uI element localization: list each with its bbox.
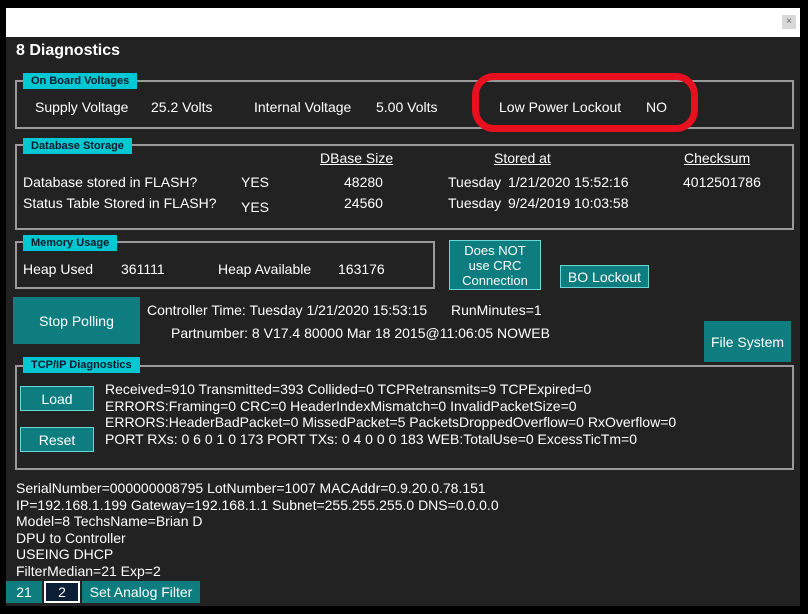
- db-row-date: 9/24/2019: [508, 195, 571, 211]
- heap-used-label: Heap Used: [23, 261, 94, 277]
- tcpip-diagnostics-label: TCP/IP Diagnostics: [23, 357, 140, 373]
- device-info: SerialNumber=000000008795 LotNumber=1007…: [16, 480, 499, 579]
- run-minutes: RunMinutes=1: [451, 302, 542, 318]
- crc-connection-button[interactable]: Does NOT use CRC Connection: [449, 240, 541, 290]
- db-row-date: 1/21/2020: [508, 174, 571, 190]
- stored-at-header: Stored at: [494, 150, 551, 166]
- db-row-size: 24560: [344, 195, 383, 211]
- onboard-voltages-label: On Board Voltages: [23, 73, 138, 89]
- db-row-checksum: 4012501786: [683, 174, 761, 190]
- db-row-label: Database stored in FLASH?: [23, 174, 198, 190]
- memory-usage-label: Memory Usage: [23, 235, 118, 251]
- internal-voltage-value: 5.00 Volts: [376, 99, 438, 115]
- info-line: Model=8 TechsName=Brian D: [16, 513, 203, 529]
- load-button[interactable]: Load: [20, 386, 94, 411]
- supply-voltage-label: Supply Voltage: [35, 99, 129, 115]
- stop-polling-button[interactable]: Stop Polling: [13, 297, 140, 344]
- tcpip-stats: Received=910 Transmitted=393 Collided=0 …: [105, 381, 676, 447]
- reset-button[interactable]: Reset: [20, 427, 94, 452]
- heap-available-value: 163176: [338, 261, 385, 277]
- internal-voltage-label: Internal Voltage: [254, 99, 352, 115]
- db-row-time: 10:03:58: [574, 195, 629, 211]
- tcpip-stats-line: ERRORS:Framing=0 CRC=0 HeaderIndexMismat…: [105, 397, 577, 414]
- controller-time: Controller Time: Tuesday 1/21/2020 15:53…: [147, 302, 428, 318]
- close-icon[interactable]: ×: [782, 15, 796, 29]
- db-row-flag: YES: [241, 174, 270, 190]
- db-row-day: Tuesday: [448, 174, 502, 190]
- info-line: FilterMedian=21 Exp=2: [16, 562, 161, 579]
- filter-exp-field[interactable]: 2: [44, 581, 80, 603]
- info-line: SerialNumber=000000008795 LotNumber=1007…: [16, 480, 486, 496]
- page-title: 8 Diagnostics: [16, 42, 121, 59]
- bo-lockout-button[interactable]: BO Lockout: [560, 265, 649, 288]
- info-line: IP=192.168.1.199 Gateway=192.168.1.1 Sub…: [16, 496, 499, 513]
- diagnostics-window: × 8 Diagnostics On Board Voltages Supply…: [6, 8, 800, 606]
- info-line: DPU to Controller: [16, 529, 126, 546]
- checksum-header: Checksum: [684, 150, 751, 166]
- heap-used-value: 361111: [121, 261, 165, 277]
- partnumber: Partnumber: 8 V17.4 80000 Mar 18 2015@11…: [171, 325, 550, 341]
- highlight-annotation: [472, 73, 698, 132]
- database-storage-label: Database Storage: [23, 138, 132, 154]
- tcpip-stats-line: Received=910 Transmitted=393 Collided=0 …: [105, 381, 592, 397]
- dbase-size-header: DBase Size: [320, 150, 394, 166]
- db-row-flag: YES: [241, 199, 270, 215]
- filter-median-field[interactable]: 21: [6, 581, 42, 603]
- db-row-time: 15:52:16: [574, 174, 629, 190]
- window-titlebar: ×: [6, 8, 800, 37]
- tcpip-stats-line: PORT RXs: 0 6 0 1 0 173 PORT TXs: 0 4 0 …: [105, 430, 637, 447]
- heap-available-label: Heap Available: [218, 261, 312, 277]
- db-row-day: Tuesday: [448, 195, 502, 211]
- db-row-label: Status Table Stored in FLASH?: [23, 195, 217, 211]
- info-line: USEING DHCP: [16, 546, 114, 562]
- db-row-size: 48280: [344, 174, 383, 190]
- supply-voltage-value: 25.2 Volts: [151, 99, 213, 115]
- set-analog-filter-button[interactable]: Set Analog Filter: [82, 581, 200, 603]
- file-system-button[interactable]: File System: [704, 321, 791, 362]
- tcpip-stats-line: ERRORS:HeaderBadPacket=0 MissedPacket=5 …: [105, 414, 677, 430]
